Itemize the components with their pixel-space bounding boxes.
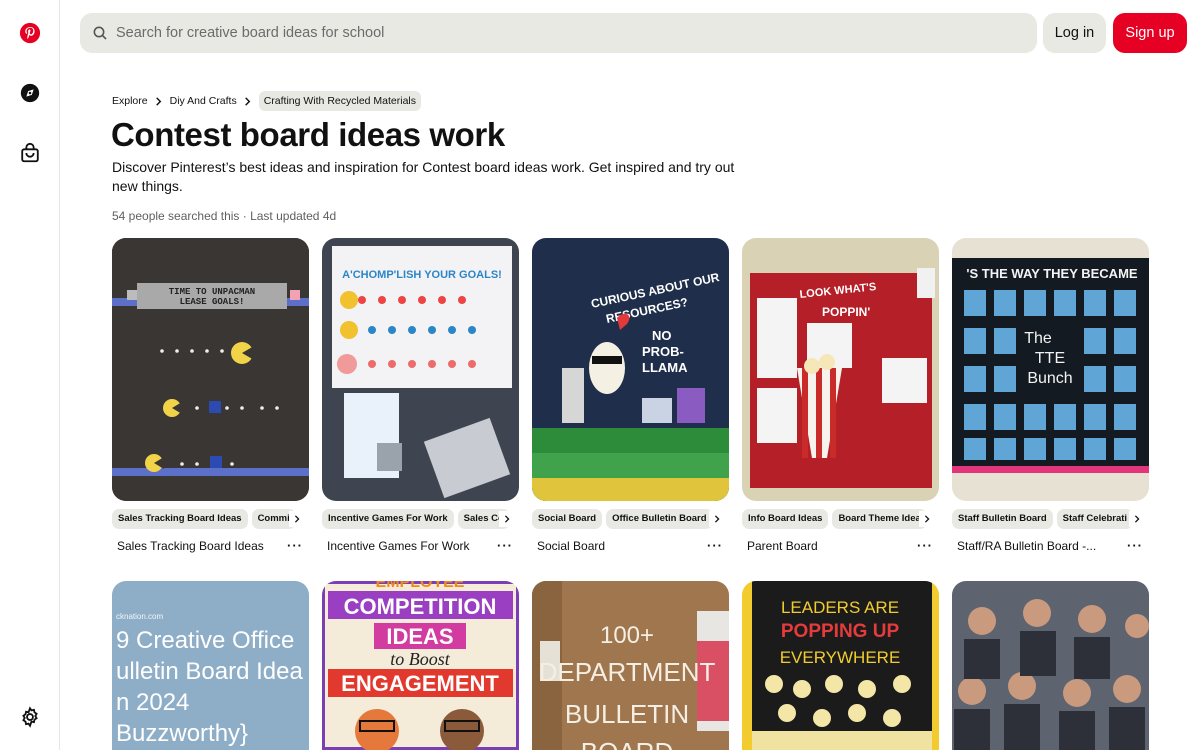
svg-text:LLAMA: LLAMA xyxy=(642,360,688,375)
pin-image[interactable]: 'S THE WAY THEY BECAME The TTE Bunch xyxy=(952,238,1149,501)
svg-text:A'CHOMP'LISH YOUR GOALS!: A'CHOMP'LISH YOUR GOALS! xyxy=(342,269,502,281)
svg-text:LEASE GOALS!: LEASE GOALS! xyxy=(180,297,245,307)
tag-chip[interactable]: Social Board xyxy=(532,509,603,529)
pin-image[interactable]: cknation.com 9 Creative Office ulletin B… xyxy=(112,581,309,750)
more-options-icon[interactable]: ··· xyxy=(707,538,723,553)
svg-text:Buzzworthy}: Buzzworthy} xyxy=(116,720,248,747)
explore-compass-icon[interactable] xyxy=(18,81,42,105)
pin-image[interactable]: LOOK WHAT'S POPPIN' xyxy=(742,238,939,501)
tag-chip[interactable]: Staff Bulletin Board xyxy=(952,509,1053,529)
breadcrumb-diy-and-crafts[interactable]: Diy And Crafts xyxy=(170,95,237,107)
tag-chip[interactable]: Board Theme Idea xyxy=(832,509,927,529)
pin-tags: Info Board Ideas Board Theme Idea xyxy=(742,509,939,529)
pin-tags: Sales Tracking Board Ideas Commi xyxy=(112,509,309,529)
chevron-right-icon xyxy=(237,96,259,106)
search-icon xyxy=(93,26,107,40)
chevron-right-icon[interactable] xyxy=(919,511,935,527)
svg-text:EMPLOYEE: EMPLOYEE xyxy=(376,581,465,591)
pin-image[interactable] xyxy=(952,581,1149,750)
svg-text:to Boost: to Boost xyxy=(390,649,451,669)
pin-tags: Social Board Office Bulletin Board xyxy=(532,509,729,529)
page-description: Discover Pinterest’s best ideas and insp… xyxy=(112,159,735,194)
svg-text:COMPETITION: COMPETITION xyxy=(344,594,497,619)
svg-text:9 Creative Office: 9 Creative Office xyxy=(116,627,294,654)
svg-text:LEADERS ARE: LEADERS ARE xyxy=(781,598,899,617)
pin-tags: Staff Bulletin Board Staff Celebrati xyxy=(952,509,1149,529)
svg-text:TTE: TTE xyxy=(1035,350,1065,367)
chevron-right-icon[interactable] xyxy=(289,511,305,527)
signup-button[interactable]: Sign up xyxy=(1113,13,1187,53)
pin-image[interactable]: EMPLOYEE COMPETITION IDEAS to Boost ENGA… xyxy=(322,581,519,750)
chevron-right-icon[interactable] xyxy=(709,511,725,527)
svg-text:cknation.com: cknation.com xyxy=(116,612,163,621)
svg-text:EVERYWHERE: EVERYWHERE xyxy=(780,648,901,667)
pin-image[interactable]: CURIOUS ABOUT OUR RESOURCES? NO PROB- LL… xyxy=(532,238,729,501)
pinterest-logo-icon[interactable] xyxy=(18,21,42,45)
shop-bag-icon[interactable] xyxy=(18,141,42,165)
more-options-icon[interactable]: ··· xyxy=(917,538,933,553)
tag-chip[interactable]: Staff Celebrati xyxy=(1056,509,1134,529)
sidebar xyxy=(0,0,60,750)
svg-text:POPPING UP: POPPING UP xyxy=(781,621,900,642)
pin-title[interactable]: Parent Board xyxy=(747,539,907,553)
more-options-icon[interactable]: ··· xyxy=(1127,538,1143,553)
more-options-icon[interactable]: ··· xyxy=(287,538,303,553)
pin-image[interactable]: A'CHOMP'LISH YOUR GOALS! xyxy=(322,238,519,501)
svg-text:ulletin Board Idea: ulletin Board Idea xyxy=(116,658,303,685)
pin-image[interactable]: TIME TO UNPACMAN LEASE GOALS! xyxy=(112,238,309,501)
svg-text:NO: NO xyxy=(652,328,672,343)
breadcrumb-crafting-recycled[interactable]: Crafting With Recycled Materials xyxy=(258,91,422,111)
svg-text:TIME TO UNPACMAN: TIME TO UNPACMAN xyxy=(169,287,255,297)
pin-image[interactable]: 100+ DEPARTMENT BULLETIN BOARD xyxy=(532,581,729,750)
chevron-right-icon[interactable] xyxy=(1129,511,1145,527)
pin-title[interactable]: Staff/RA Bulletin Board -... xyxy=(957,539,1117,553)
tag-chip[interactable]: Sales Tracking Board Ideas xyxy=(112,509,248,529)
svg-text:POPPIN': POPPIN' xyxy=(822,305,870,319)
pin-title[interactable]: Social Board xyxy=(537,539,697,553)
more-options-icon[interactable]: ··· xyxy=(497,538,513,553)
chevron-right-icon[interactable] xyxy=(499,511,515,527)
svg-text:Bunch: Bunch xyxy=(1027,370,1072,387)
svg-text:n 2024: n 2024 xyxy=(116,689,189,716)
pin-tags: Incentive Games For Work Sales Co xyxy=(322,509,519,529)
pin-title[interactable]: Incentive Games For Work xyxy=(327,539,487,553)
tag-chip[interactable]: Info Board Ideas xyxy=(742,509,829,529)
settings-gear-icon[interactable] xyxy=(18,705,42,729)
svg-text:'S THE WAY THEY BECAME: 'S THE WAY THEY BECAME xyxy=(966,266,1137,281)
svg-text:ENGAGEMENT: ENGAGEMENT xyxy=(341,671,499,696)
search-input[interactable] xyxy=(116,25,996,41)
tag-chip[interactable]: Incentive Games For Work xyxy=(322,509,454,529)
svg-text:DEPARTMENT: DEPARTMENT xyxy=(539,657,716,687)
svg-text:BOARD: BOARD xyxy=(581,737,673,750)
search-bar[interactable] xyxy=(80,13,1037,53)
page-title: Contest board ideas work xyxy=(111,116,505,153)
svg-text:The: The xyxy=(1024,330,1052,347)
breadcrumb-explore[interactable]: Explore xyxy=(112,95,148,107)
svg-text:BULLETIN: BULLETIN xyxy=(565,699,689,729)
svg-text:100+: 100+ xyxy=(600,622,654,649)
tag-chip[interactable]: Office Bulletin Board xyxy=(606,509,713,529)
svg-text:PROB-: PROB- xyxy=(642,344,684,359)
pin-image[interactable]: LEADERS ARE POPPING UP EVERYWHERE xyxy=(742,581,939,750)
svg-text:IDEAS: IDEAS xyxy=(386,624,453,649)
pin-title[interactable]: Sales Tracking Board Ideas xyxy=(117,539,277,553)
search-meta: 54 people searched this · Last updated 4… xyxy=(112,209,337,223)
breadcrumb: Explore Diy And Crafts Crafting With Rec… xyxy=(112,90,422,112)
login-button[interactable]: Log in xyxy=(1043,13,1106,53)
chevron-right-icon xyxy=(148,96,170,106)
